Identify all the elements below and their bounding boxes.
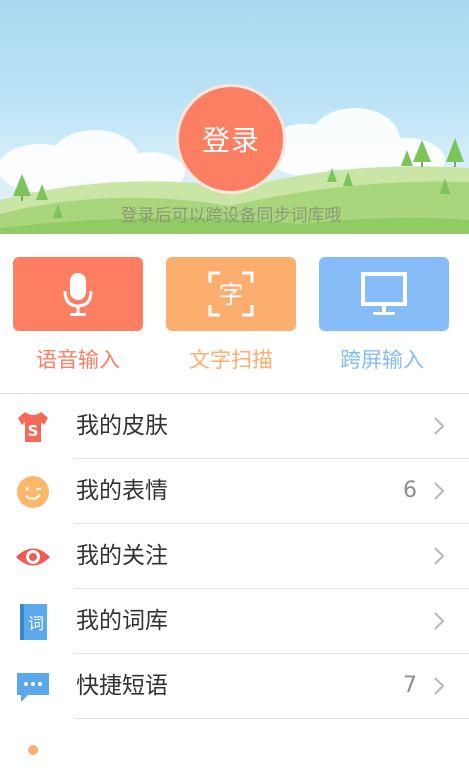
menu-item-label: 我的皮肤 [76, 413, 168, 439]
menu-item-count: 7 [403, 673, 417, 698]
login-button[interactable]: 登录 [176, 84, 286, 194]
chevron-right-icon [434, 612, 445, 630]
text-scan-button[interactable]: 字 [166, 257, 296, 331]
menu-item-partial[interactable] [0, 719, 469, 784]
menu-item-label: 快捷短语 [76, 673, 168, 699]
eye-icon [16, 548, 50, 566]
login-hint: 登录后可以跨设备同步词库哦 [120, 206, 342, 226]
text-scan-label: 文字扫描 [189, 348, 273, 372]
voice-input-button[interactable] [13, 257, 143, 331]
menu-item-label: 我的词库 [76, 608, 168, 634]
svg-text:S: S [28, 422, 39, 440]
skin-shirt-icon: S [18, 412, 48, 442]
menu-item-skins[interactable]: S 我的皮肤 [0, 394, 469, 459]
dictionary-glyph: 词 [28, 614, 44, 633]
menu-item-following[interactable]: 我的关注 [0, 524, 469, 589]
scan-text-glyph: 字 [218, 280, 243, 309]
menu-item-dictionary[interactable]: 词 我的词库 [0, 589, 469, 654]
menu-item-quick-phrases[interactable]: 快捷短语 7 [0, 654, 469, 719]
settings-menu: S 我的皮肤 我的表情 6 我的关注 词 我的词库 快捷短语 7 [0, 393, 469, 784]
chat-bubble-icon [17, 673, 49, 702]
dictionary-book-icon: 词 [20, 604, 47, 640]
scan-text-icon: 字 [208, 271, 254, 317]
menu-item-label: 我的表情 [76, 478, 168, 504]
emoji-face-icon [17, 476, 49, 508]
monitor-icon [361, 272, 407, 315]
login-button-label: 登录 [201, 124, 260, 157]
menu-item-emoji[interactable]: 我的表情 6 [0, 459, 469, 524]
chevron-right-icon [434, 417, 445, 435]
microphone-icon [63, 273, 93, 316]
chevron-right-icon [434, 482, 445, 500]
login-header: 登录 登录后可以跨设备同步词库哦 [0, 0, 469, 234]
partial-item-icon [28, 745, 38, 755]
chevron-right-icon [434, 677, 445, 695]
chevron-right-icon [434, 547, 445, 565]
cross-screen-input-button[interactable] [319, 257, 449, 331]
menu-item-label: 我的关注 [76, 543, 168, 569]
cross-screen-input-label: 跨屏输入 [340, 348, 424, 372]
menu-item-count: 6 [403, 478, 417, 503]
quick-actions: 字 语音输入 文字扫描 跨屏输入 [0, 234, 469, 394]
voice-input-label: 语音输入 [36, 348, 120, 372]
